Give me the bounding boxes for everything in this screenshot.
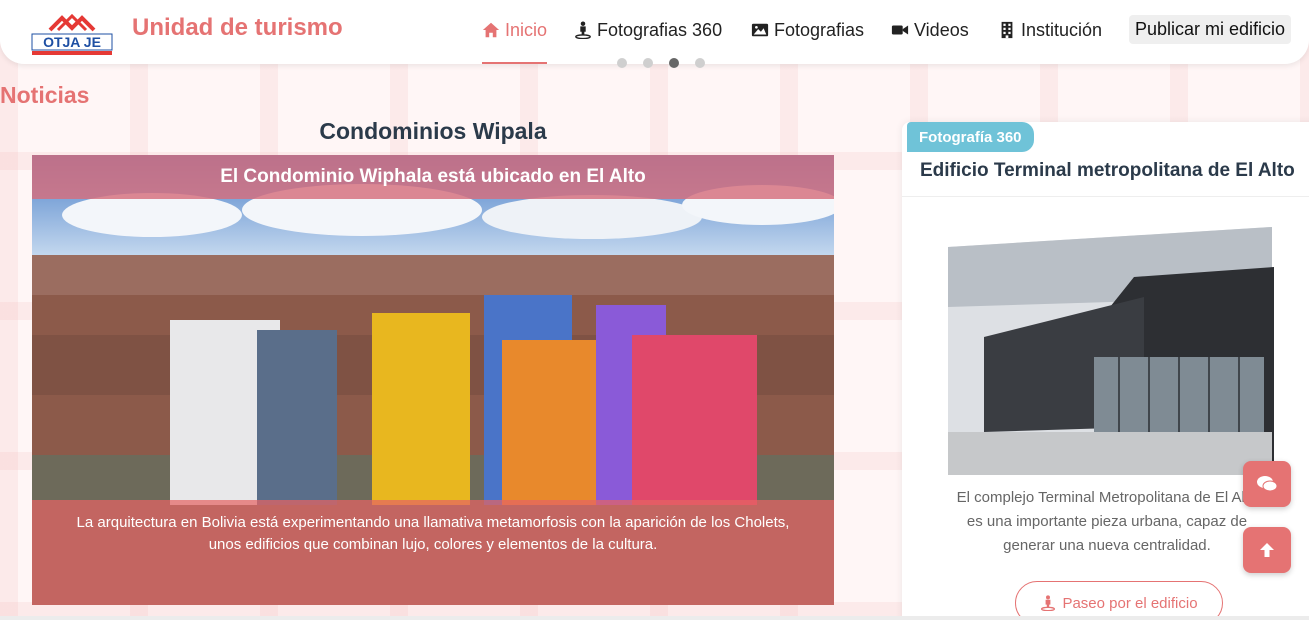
news-title[interactable]: Condominios Wipala — [32, 118, 834, 145]
scroll-top-button[interactable] — [1243, 527, 1291, 573]
nav-fotografias[interactable]: Fotografias — [751, 16, 864, 44]
card-title[interactable]: Edificio Terminal metropolitana de El Al… — [920, 160, 1295, 182]
chat-icon — [1257, 476, 1278, 492]
carousel-dot[interactable] — [669, 58, 679, 68]
nav-videos[interactable]: Videos — [891, 16, 969, 44]
navbar: OTJA JE Unidad de turismo Inicio Fotogra… — [0, 0, 1309, 64]
chat-button[interactable] — [1243, 461, 1291, 507]
section-title: Noticias — [0, 82, 90, 108]
news-caption: La arquitectura en Bolivia está experime… — [32, 500, 834, 605]
svg-text:OTJA JE: OTJA JE — [43, 34, 101, 50]
street-view-icon — [575, 21, 591, 39]
card-image[interactable] — [944, 227, 1274, 477]
card-description: El complejo Terminal Metropolitana de El… — [942, 486, 1272, 558]
carousel-dot[interactable] — [643, 58, 653, 68]
virtual-tour-button[interactable]: Paseo por el edificio — [1015, 581, 1223, 620]
home-icon — [482, 22, 500, 38]
nav-inicio[interactable]: Inicio — [482, 16, 548, 64]
nav-label: Institución — [1021, 19, 1103, 40]
street-view-icon — [1041, 595, 1056, 611]
category-badge: Fotografía 360 — [907, 122, 1034, 152]
arrow-up-icon — [1260, 543, 1274, 557]
carousel-dot[interactable] — [695, 58, 705, 68]
nav-institucion[interactable]: Institución — [998, 16, 1102, 44]
nav-fotografias-360[interactable]: Fotografias 360 — [574, 16, 722, 44]
news-image-heading: El Condominio Wiphala está ubicado en El… — [32, 155, 834, 199]
nav-label: Videos — [914, 19, 969, 40]
video-icon — [891, 25, 909, 35]
building-icon — [1001, 21, 1013, 39]
site-logo[interactable]: OTJA JE — [30, 8, 114, 56]
nav-label: Fotografias 360 — [597, 19, 723, 40]
brand-name[interactable]: Unidad de turismo — [132, 14, 343, 42]
description-line: El complejo Terminal Metropolitana de El… — [956, 489, 1258, 506]
caption-line: La arquitectura en Bolivia está experime… — [76, 514, 790, 531]
description-line: generar una nueva centralidad. — [1003, 537, 1211, 554]
description-line: es una importante pieza urbana, capaz de — [966, 513, 1248, 530]
divider — [902, 196, 1309, 197]
button-label: Paseo por el edificio — [1062, 594, 1198, 612]
news-slide[interactable]: El Condominio Wiphala está ubicado en El… — [32, 155, 834, 605]
carousel-indicators — [617, 58, 705, 68]
caption-line: unos edificios que combinan lujo, colore… — [208, 536, 658, 553]
nav-label: Inicio — [505, 19, 548, 40]
publish-building-button[interactable]: Publicar mi edificio — [1129, 15, 1292, 44]
image-icon — [751, 23, 769, 37]
nav-label: Fotografias — [774, 19, 865, 40]
carousel-dot[interactable] — [617, 58, 627, 68]
bottom-bar — [0, 616, 1309, 620]
